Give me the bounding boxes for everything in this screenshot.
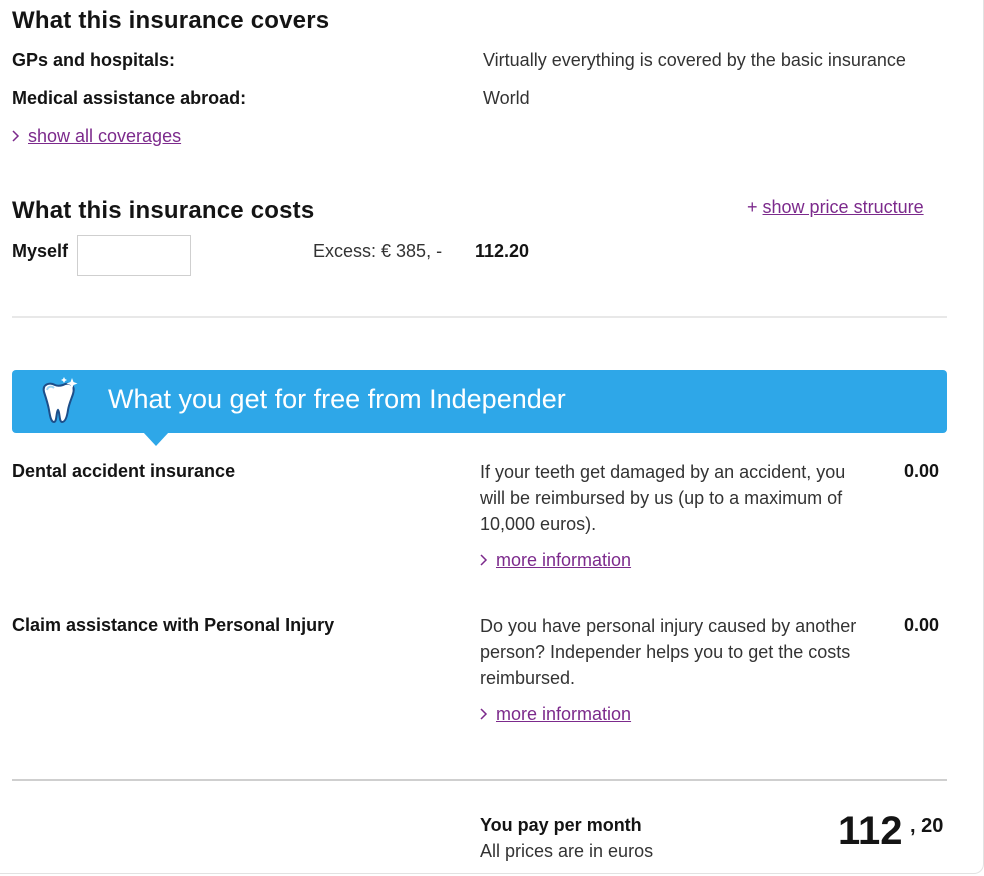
total-note: All prices are in euros [480, 841, 654, 861]
total-amount-cents: , 20 [910, 815, 944, 837]
banner-notch [143, 432, 169, 446]
tooth-sparkle-icon [38, 376, 80, 431]
chevron-right-icon [480, 707, 488, 725]
total-amount-whole: 112 [838, 809, 903, 853]
dental-more-information-label[interactable]: more information [496, 550, 631, 570]
person-input[interactable] [77, 235, 191, 276]
total-divider [12, 779, 947, 781]
banner-title: What you get for free from Independer [108, 384, 566, 414]
show-price-structure-label[interactable]: show price structure [763, 197, 924, 217]
dental-more-information-link[interactable]: more information [480, 550, 631, 571]
extra-price-injury: 0.00 [904, 615, 940, 635]
injury-more-information-link[interactable]: more information [480, 704, 631, 725]
chevron-right-icon [12, 129, 20, 147]
coverage-value-gps: Virtually everything is covered by the b… [483, 50, 906, 70]
cost-amount: 112.20 [475, 241, 530, 261]
extra-description-dental: If your teeth get damaged by an accident… [480, 462, 846, 534]
person-label: Myself [12, 241, 69, 261]
coverage-label-abroad: Medical assistance abroad: [12, 88, 247, 108]
injury-more-information-label[interactable]: more information [496, 704, 631, 724]
show-price-structure-link[interactable]: + show price structure [747, 197, 924, 218]
coverage-value-abroad: World [483, 88, 530, 108]
extra-price-dental: 0.00 [904, 461, 940, 481]
show-all-coverages-link[interactable]: show all coverages [12, 126, 181, 147]
plus-icon: + [747, 197, 758, 217]
show-all-coverages-label[interactable]: show all coverages [28, 126, 181, 146]
coverage-label-gps: GPs and hospitals: [12, 50, 176, 70]
extra-name-dental: Dental accident insurance [12, 461, 236, 481]
extra-description-injury: Do you have personal injury caused by an… [480, 616, 857, 688]
coverage-title: What this insurance covers [12, 7, 330, 34]
excess-text: Excess: € 385, - [313, 241, 443, 261]
total-label: You pay per month [480, 815, 642, 835]
chevron-right-icon [480, 553, 488, 571]
section-divider [12, 316, 947, 318]
costs-title: What this insurance costs [12, 197, 315, 224]
extra-name-injury: Claim assistance with Personal Injury [12, 615, 335, 635]
